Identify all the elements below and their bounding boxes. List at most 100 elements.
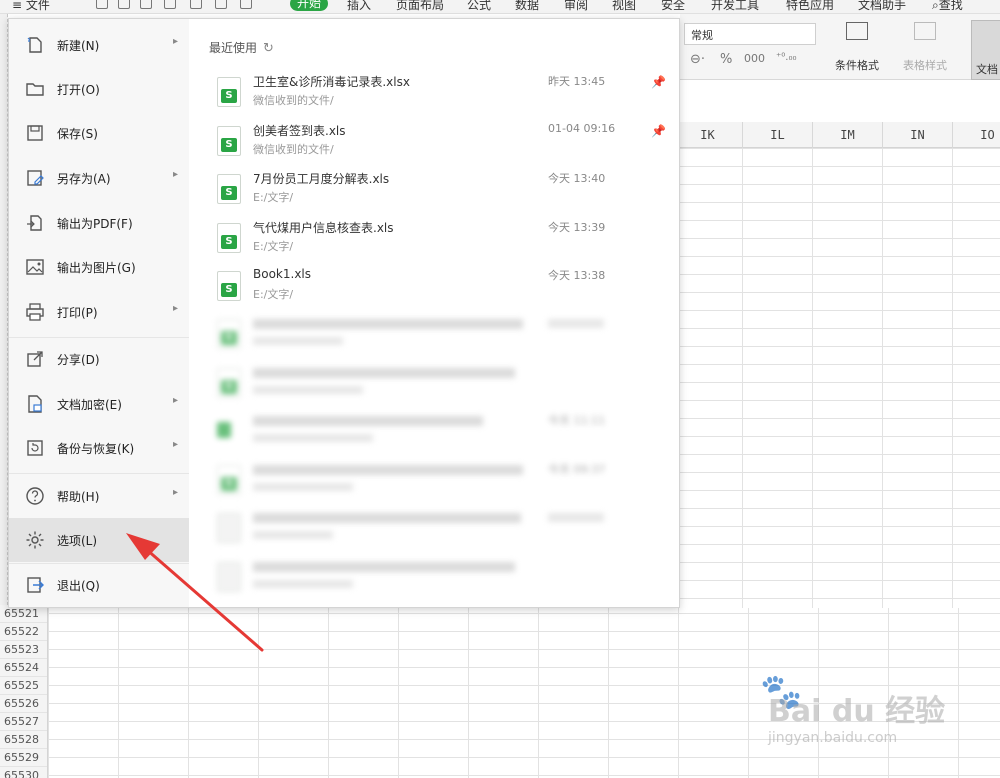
- tab-insert[interactable]: 插入: [347, 0, 371, 13]
- recent-file-item[interactable]: S 7月份员工月度分解表.xls E:/文字/ 今天 13:40: [191, 168, 661, 216]
- tab-formulas[interactable]: 公式: [467, 0, 491, 13]
- undo-icon[interactable]: [215, 0, 227, 9]
- number-format-select[interactable]: 常规: [684, 23, 816, 45]
- redacted-text: [253, 416, 483, 426]
- redacted-text: [548, 513, 604, 522]
- tab-page-layout[interactable]: 页面布局: [396, 0, 444, 13]
- row-header[interactable]: 65526: [0, 695, 47, 713]
- column-header[interactable]: IK: [672, 122, 742, 148]
- redacted-text: [253, 483, 353, 491]
- recent-file-item[interactable]: S 创美者签到表.xls 微信收到的文件/ 01-04 09:16 📌: [191, 120, 666, 168]
- redacted-text: [253, 368, 515, 378]
- pdf-export-icon: [27, 215, 42, 231]
- spreadsheet-file-icon: S: [217, 319, 241, 349]
- recent-file-item-redacted[interactable]: [191, 507, 661, 555]
- submenu-arrow-icon: ▸: [173, 303, 179, 314]
- preview-icon[interactable]: [190, 0, 202, 9]
- baidu-watermark: 🐾 Bai du 经验 jingyan.baidu.com: [760, 672, 946, 746]
- recent-file-item-redacted[interactable]: 今天 11:11: [191, 410, 661, 458]
- spreadsheet-file-icon: S: [217, 465, 241, 495]
- row-header[interactable]: 65528: [0, 731, 47, 749]
- submenu-arrow-icon: ▸: [173, 395, 179, 406]
- recent-file-item[interactable]: S Book1.xls E:/文字/ 今天 13:38: [191, 265, 661, 313]
- recent-file-item[interactable]: S 气代煤用户信息核查表.xls E:/文字/ 今天 13:39: [191, 217, 661, 265]
- menu-item-share[interactable]: 分享(D): [9, 337, 189, 381]
- row-header[interactable]: 65530: [0, 767, 47, 778]
- recent-file-item-redacted[interactable]: S: [191, 313, 661, 361]
- redacted-text: [548, 319, 604, 328]
- gear-icon: [26, 531, 44, 549]
- row-header[interactable]: 65522: [0, 623, 47, 641]
- tab-developer[interactable]: 开发工具: [711, 0, 759, 13]
- menu-item-encrypt[interactable]: 文档加密(E) ▸: [9, 382, 189, 426]
- conditional-format-button[interactable]: 条件格式: [826, 22, 888, 78]
- menu-item-options[interactable]: 选项(L): [9, 518, 189, 562]
- currency-icon[interactable]: ⊖·: [690, 52, 705, 67]
- quick-access-icon[interactable]: [96, 0, 108, 9]
- row-header[interactable]: 65524: [0, 659, 47, 677]
- tab-home[interactable]: 开始: [290, 0, 329, 11]
- redo-icon[interactable]: [240, 0, 252, 9]
- row-header-column: 65521 65522 65523 65524 65525 65526 6552…: [0, 605, 48, 778]
- tab-doc-assistant[interactable]: 文档助手: [858, 0, 906, 13]
- menu-item-save-as[interactable]: 另存为(A) ▸: [9, 156, 189, 200]
- menu-item-backup[interactable]: 备份与恢复(K) ▸: [9, 426, 189, 470]
- submenu-arrow-icon: ▸: [173, 36, 179, 47]
- ribbon-tabbar: ≡ 文件 开始 插入 页面布局 公式 数据 审阅 视图 安全 开发工具 特色应用…: [0, 0, 1000, 14]
- spreadsheet-file-icon: S: [217, 174, 241, 204]
- row-header[interactable]: 65527: [0, 713, 47, 731]
- redacted-text: [253, 386, 363, 394]
- doc-assistant-button[interactable]: 文档: [971, 20, 1000, 80]
- recent-file-item-redacted[interactable]: [191, 556, 661, 604]
- menu-item-export-pdf[interactable]: 输出为PDF(F): [9, 201, 189, 245]
- tab-data[interactable]: 数据: [515, 0, 539, 13]
- column-header[interactable]: IL: [742, 122, 812, 148]
- row-header[interactable]: 65525: [0, 677, 47, 695]
- menu-item-new[interactable]: 新建(N) ▸: [9, 23, 189, 67]
- format-painter-icon[interactable]: [140, 0, 152, 9]
- image-export-icon: [26, 259, 44, 275]
- column-header[interactable]: IN: [882, 122, 952, 148]
- file-menu-nav: 新建(N) ▸ 打开(O) 保存(S) 另存为(A) ▸ 输出为PDF(F) 输…: [9, 19, 189, 607]
- redacted-text: [253, 531, 333, 539]
- decimal-increase-icon[interactable]: ⁺⁰.₀₀: [776, 52, 796, 63]
- conditional-format-icon: [846, 22, 868, 40]
- menu-item-exit[interactable]: 退出(Q): [9, 563, 189, 607]
- refresh-icon[interactable]: ↻: [263, 41, 274, 56]
- column-header-row: IK IL IM IN IO: [672, 122, 1000, 148]
- menu-item-print[interactable]: 打印(P) ▸: [9, 290, 189, 334]
- recent-files-panel: 最近使用 ↻ S 卫生室&诊所消毒记录表.xlsx 微信收到的文件/ 昨天 13:…: [191, 19, 679, 607]
- recent-file-item-redacted[interactable]: S: [191, 362, 661, 410]
- tab-review[interactable]: 审阅: [564, 0, 588, 13]
- row-header[interactable]: 65529: [0, 749, 47, 767]
- table-style-icon: [914, 22, 936, 40]
- cell-grid[interactable]: [680, 148, 1000, 608]
- thousands-icon[interactable]: 000: [744, 52, 765, 65]
- column-header[interactable]: IO: [952, 122, 1000, 148]
- menu-item-export-image[interactable]: 输出为图片(G): [9, 245, 189, 289]
- menu-item-save[interactable]: 保存(S): [9, 111, 189, 155]
- pin-icon[interactable]: 📌: [651, 124, 666, 138]
- search-button[interactable]: ⌕查找: [932, 0, 963, 13]
- spreadsheet-file-icon: [217, 562, 241, 592]
- tab-security[interactable]: 安全: [661, 0, 685, 13]
- print-icon[interactable]: [164, 0, 176, 9]
- file-menu-button[interactable]: ≡ 文件: [12, 0, 50, 13]
- column-header[interactable]: IM: [812, 122, 882, 148]
- menu-item-help[interactable]: 帮助(H) ▸: [9, 474, 189, 518]
- menu-item-open[interactable]: 打开(O): [9, 67, 189, 111]
- spreadsheet-file-icon: S: [217, 368, 241, 398]
- recent-file-item-redacted[interactable]: S 今天 09:37: [191, 459, 661, 507]
- percent-button[interactable]: %: [720, 52, 732, 67]
- recent-file-item[interactable]: S 卫生室&诊所消毒记录表.xlsx 微信收到的文件/ 昨天 13:45 📌: [191, 71, 666, 119]
- row-header[interactable]: 65523: [0, 641, 47, 659]
- spreadsheet-window: ≡ 文件 开始 插入 页面布局 公式 数据 审阅 视图 安全 开发工具 特色应用…: [0, 0, 1000, 778]
- tab-special-apps[interactable]: 特色应用: [786, 0, 834, 13]
- folder-icon: [26, 83, 44, 96]
- share-icon: [27, 351, 43, 367]
- pin-icon[interactable]: 📌: [651, 75, 666, 89]
- redacted-text: [253, 513, 521, 523]
- print-preview-icon[interactable]: [118, 0, 130, 9]
- tab-view[interactable]: 视图: [612, 0, 636, 13]
- table-style-button[interactable]: 表格样式: [894, 22, 956, 78]
